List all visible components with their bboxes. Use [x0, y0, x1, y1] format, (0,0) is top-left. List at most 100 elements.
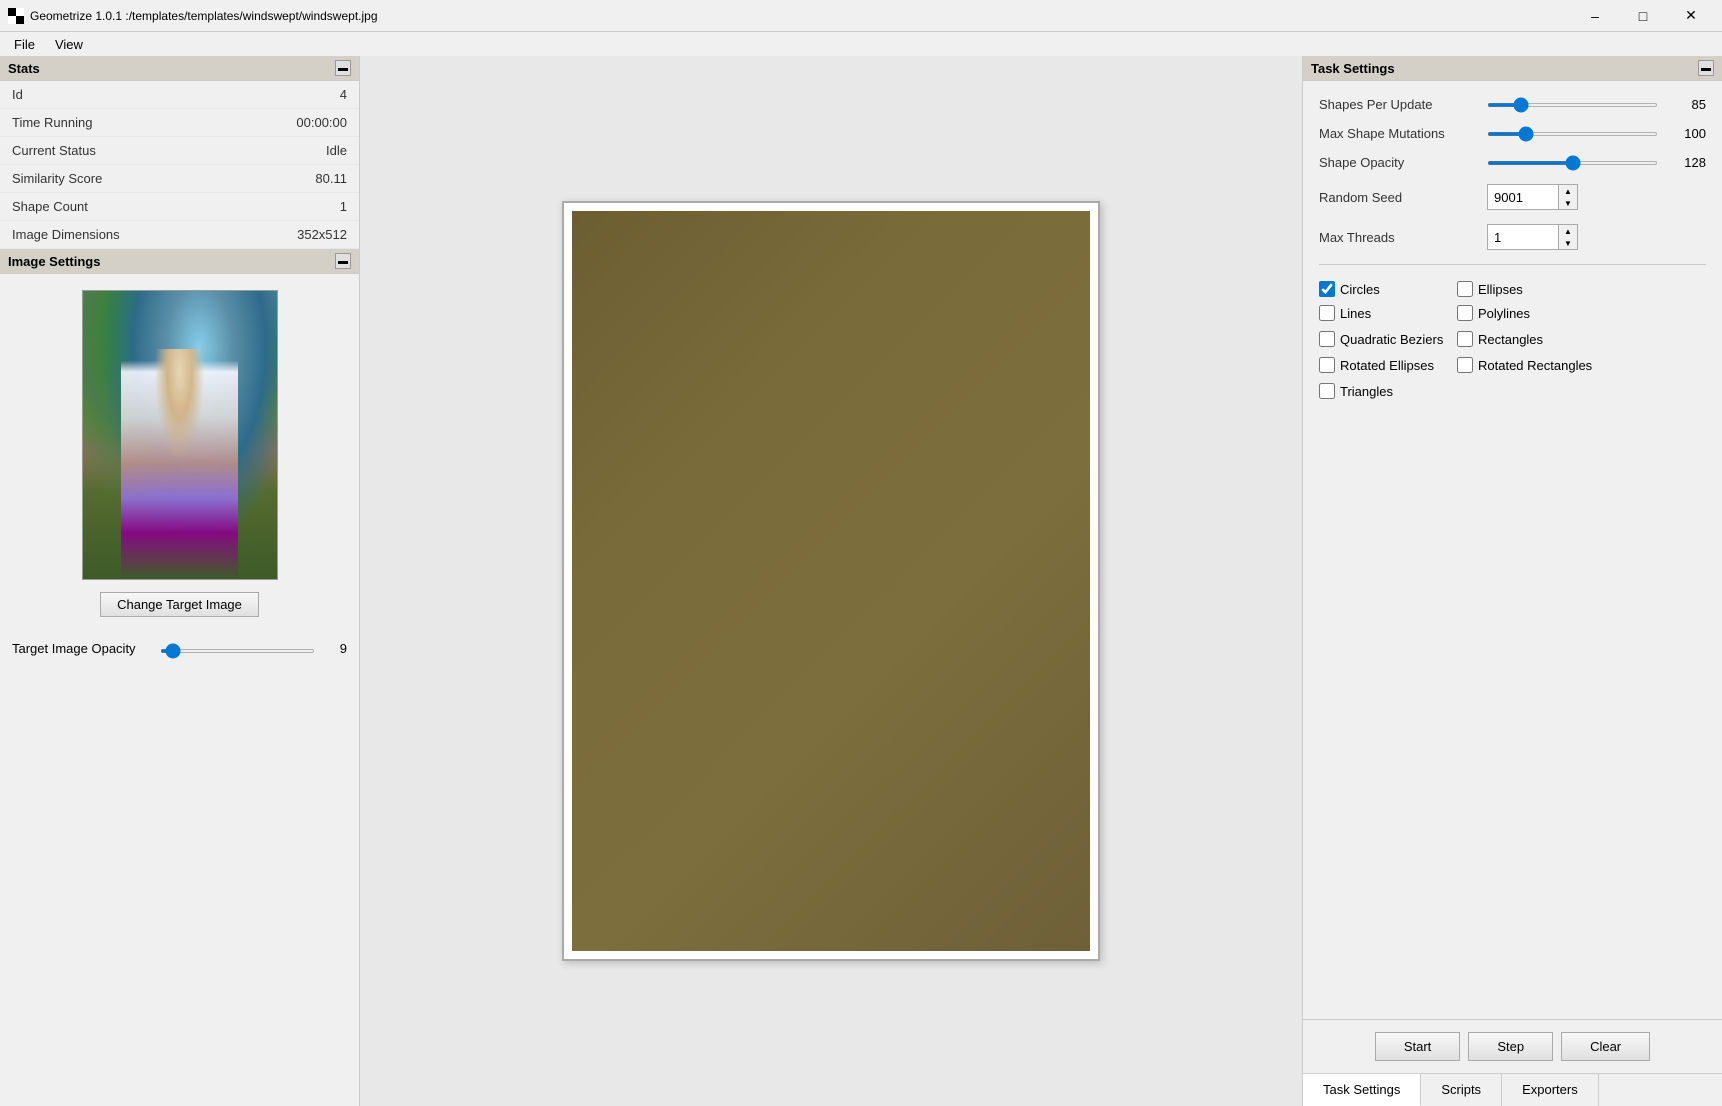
minimize-button[interactable]: –: [1572, 0, 1618, 32]
target-opacity-row: Target Image Opacity 9: [0, 633, 359, 664]
menu-view[interactable]: View: [45, 35, 93, 54]
max-threads-spinbox-buttons: ▲ ▼: [1558, 225, 1577, 249]
random-seed-spinbox: ▲ ▼: [1487, 184, 1578, 210]
rotated-rectangles-label[interactable]: Rotated Rectangles: [1478, 358, 1592, 373]
target-opacity-label: Target Image Opacity: [12, 641, 152, 656]
stat-value-dimensions: 352x512: [297, 227, 347, 242]
shape-type-checkboxes: Circles Ellipses Lines Polylines: [1319, 264, 1706, 399]
checkbox-item-quadratic: Quadratic Beziers: [1319, 331, 1449, 347]
center-panel: [360, 56, 1302, 1106]
image-thumbnail: [82, 290, 278, 580]
checkbox-item-triangles: Triangles: [1319, 383, 1449, 399]
title-bar: Geometrize 1.0.1 :/templates/templates/w…: [0, 0, 1722, 32]
image-settings-title: Image Settings: [8, 254, 100, 269]
tab-scripts[interactable]: Scripts: [1421, 1074, 1502, 1106]
random-seed-down-button[interactable]: ▼: [1559, 197, 1577, 209]
triangles-label[interactable]: Triangles: [1340, 384, 1393, 399]
tab-exporters[interactable]: Exporters: [1502, 1074, 1599, 1106]
menu-bar: File View: [0, 32, 1722, 56]
random-seed-input[interactable]: [1488, 188, 1558, 207]
canvas-frame: [562, 201, 1100, 961]
random-seed-up-button[interactable]: ▲: [1559, 185, 1577, 197]
stats-collapse-btn[interactable]: ▬: [335, 60, 351, 76]
image-preview-container: Change Target Image: [0, 274, 359, 633]
image-settings-section: Image Settings ▬ Change Target Image Tar…: [0, 249, 359, 664]
shape-opacity-row: Shape Opacity 128: [1319, 155, 1706, 170]
shapes-per-update-value: 85: [1666, 97, 1706, 112]
lines-label[interactable]: Lines: [1340, 306, 1371, 321]
polylines-label[interactable]: Polylines: [1478, 306, 1530, 321]
clear-button[interactable]: Clear: [1561, 1032, 1650, 1061]
quadratic-beziers-checkbox[interactable]: [1319, 331, 1335, 347]
random-seed-row: Random Seed ▲ ▼: [1319, 184, 1706, 210]
app-icon: [8, 8, 24, 24]
shapes-per-update-row: Shapes Per Update 85: [1319, 97, 1706, 112]
maximize-button[interactable]: □: [1620, 0, 1666, 32]
task-buttons-row: Start Step Clear: [1303, 1019, 1722, 1073]
stat-value-status: Idle: [326, 143, 347, 158]
left-panel: Stats ▬ Id 4 Time Running 00:00:00 Curre…: [0, 56, 360, 1106]
max-threads-label: Max Threads: [1319, 230, 1479, 245]
lines-checkbox[interactable]: [1319, 305, 1335, 321]
start-button[interactable]: Start: [1375, 1032, 1460, 1061]
close-button[interactable]: ✕: [1668, 0, 1714, 32]
figure-overlay: [121, 349, 237, 579]
window-controls: – □ ✕: [1572, 0, 1714, 32]
stat-row-dimensions: Image Dimensions 352x512: [0, 221, 359, 249]
stat-row-time: Time Running 00:00:00: [0, 109, 359, 137]
circles-checkbox[interactable]: [1319, 281, 1335, 297]
rotated-rectangles-checkbox[interactable]: [1457, 357, 1473, 373]
image-settings-collapse-btn[interactable]: ▬: [335, 253, 351, 269]
task-settings-collapse-btn[interactable]: ▬: [1698, 60, 1714, 76]
rotated-ellipses-label[interactable]: Rotated Ellipses: [1340, 358, 1434, 373]
menu-file[interactable]: File: [4, 35, 45, 54]
rectangles-label[interactable]: Rectangles: [1478, 332, 1543, 347]
quadratic-beziers-label[interactable]: Quadratic Beziers: [1340, 332, 1443, 347]
circles-label[interactable]: Circles: [1340, 282, 1380, 297]
rotated-ellipses-checkbox[interactable]: [1319, 357, 1335, 373]
task-settings-content: Shapes Per Update 85 Max Shape Mutations…: [1303, 81, 1722, 1019]
stats-header: Stats ▬: [0, 56, 359, 81]
checkbox-item-ellipses: Ellipses: [1457, 281, 1587, 297]
polylines-checkbox[interactable]: [1457, 305, 1473, 321]
triangles-checkbox[interactable]: [1319, 383, 1335, 399]
checkbox-item-rectangles: Rectangles: [1457, 331, 1587, 347]
shapes-per-update-slider[interactable]: [1487, 103, 1658, 107]
checkbox-item-polylines: Polylines: [1457, 305, 1587, 321]
step-button[interactable]: Step: [1468, 1032, 1553, 1061]
max-threads-row: Max Threads ▲ ▼: [1319, 224, 1706, 250]
checkbox-row-2: Quadratic Beziers Rectangles: [1319, 331, 1706, 347]
stat-label-time: Time Running: [12, 115, 92, 130]
target-opacity-slider[interactable]: [160, 649, 315, 653]
right-panel: Task Settings ▬ Shapes Per Update 85 Max…: [1302, 56, 1722, 1106]
stat-label-dimensions: Image Dimensions: [12, 227, 120, 242]
checkbox-item-circles: Circles: [1319, 281, 1449, 297]
checkbox-item-rotated-rectangles: Rotated Rectangles: [1457, 357, 1592, 373]
stat-value-time: 00:00:00: [296, 115, 347, 130]
stat-label-id: Id: [12, 87, 23, 102]
stat-row-shape-count: Shape Count 1: [0, 193, 359, 221]
stat-label-status: Current Status: [12, 143, 96, 158]
checkbox-row-4: Triangles: [1319, 383, 1706, 399]
max-shape-mutations-slider[interactable]: [1487, 132, 1658, 136]
stats-title: Stats: [8, 61, 40, 76]
ellipses-label[interactable]: Ellipses: [1478, 282, 1523, 297]
stat-label-shape-count: Shape Count: [12, 199, 88, 214]
target-opacity-value: 9: [323, 641, 347, 656]
stat-value-id: 4: [340, 87, 347, 102]
stat-row-id: Id 4: [0, 81, 359, 109]
max-threads-up-button[interactable]: ▲: [1559, 225, 1577, 237]
random-seed-spinbox-buttons: ▲ ▼: [1558, 185, 1577, 209]
change-target-image-button[interactable]: Change Target Image: [100, 592, 259, 617]
max-shape-mutations-label: Max Shape Mutations: [1319, 126, 1479, 141]
image-settings-header: Image Settings ▬: [0, 249, 359, 274]
canvas-area: [572, 211, 1090, 951]
ellipses-checkbox[interactable]: [1457, 281, 1473, 297]
tab-task-settings[interactable]: Task Settings: [1303, 1074, 1421, 1106]
max-threads-down-button[interactable]: ▼: [1559, 237, 1577, 249]
task-settings-header: Task Settings ▬: [1303, 56, 1722, 81]
shape-opacity-slider[interactable]: [1487, 161, 1658, 165]
shape-opacity-label: Shape Opacity: [1319, 155, 1479, 170]
max-threads-input[interactable]: [1488, 228, 1558, 247]
rectangles-checkbox[interactable]: [1457, 331, 1473, 347]
